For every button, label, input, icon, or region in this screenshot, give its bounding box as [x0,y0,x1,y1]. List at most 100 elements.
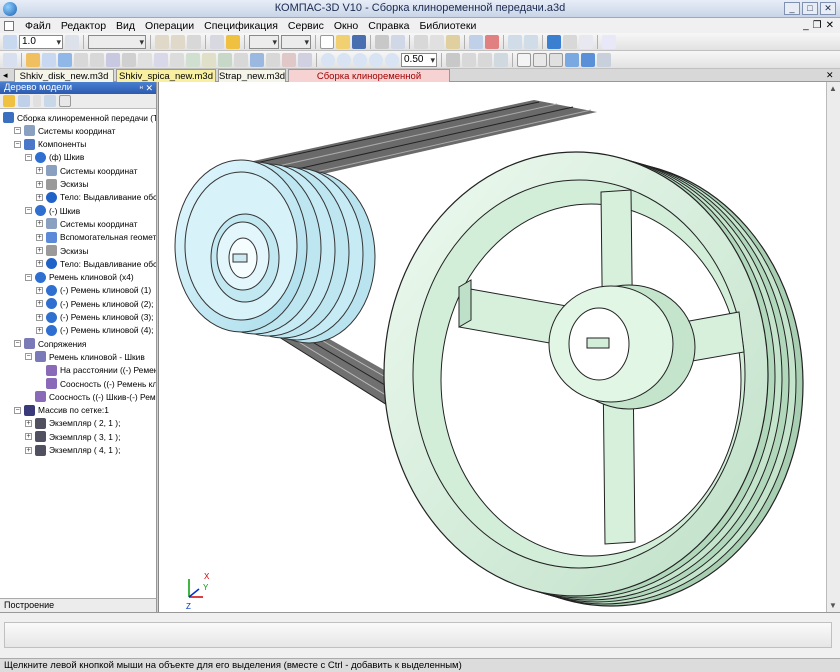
tree-node[interactable]: +На расстоянии ((-) Ремен [36,364,156,377]
rotate-component-icon[interactable] [90,52,104,67]
viewport-scrollbar[interactable]: ▲ ▼ [826,82,840,612]
tree-expand-icon[interactable]: + [36,193,43,201]
zoom-level-combo[interactable]: 0.50 [401,52,437,67]
large-pulley[interactable] [383,151,804,607]
snap-icon[interactable] [3,34,17,49]
tree-node[interactable]: + Системы координат [36,217,137,230]
tree-node[interactable]: + Тело: Выдавливание обс [36,191,156,204]
tree-expand-icon[interactable]: + [36,326,43,334]
menu-window[interactable]: Окно [329,20,363,32]
tree-node[interactable]: − (ф) Шкив [25,151,84,164]
move-component-icon[interactable] [74,52,88,67]
refresh-icon[interactable] [494,52,508,67]
tree-node[interactable]: − Системы координат [14,124,115,137]
maximize-icon[interactable]: □ [802,2,818,15]
undo-edit-icon[interactable] [155,34,169,49]
menu-file[interactable]: Файл [20,20,56,32]
tree-expand-icon[interactable]: − [25,153,32,161]
tree-node[interactable]: − Сопряжения [14,337,86,350]
save-icon[interactable] [352,34,366,49]
hole-tool-icon[interactable] [138,52,152,67]
variables-icon[interactable] [579,34,593,49]
menu-view[interactable]: Вид [111,20,140,32]
sketch-tool-icon[interactable] [154,52,168,67]
tree-page-icon[interactable] [59,95,71,107]
tree-node[interactable]: Сборка клиноременной передачи (Тел [3,111,156,124]
small-pulley[interactable] [174,159,376,344]
shaded-edges-icon[interactable] [581,52,595,67]
tree-node[interactable]: + Вспомогательная геомет [36,231,156,244]
minimize-icon[interactable]: _ [784,2,800,15]
menu-help[interactable]: Справка [363,20,414,32]
print-icon[interactable] [375,34,389,49]
grid-icon[interactable] [187,34,201,49]
scroll-down-icon[interactable]: ▼ [829,601,837,610]
hidden-lines-icon[interactable] [533,52,547,67]
zoom-prev-icon[interactable] [369,52,383,67]
tree-node[interactable]: + Экземпляр ( 3, 1 ); [25,430,120,443]
tree-expand-icon[interactable]: + [36,313,43,321]
mdi-close-icon[interactable]: ✕ [826,20,834,31]
tree-node[interactable]: − Ремень клиновой - Шкив [25,350,145,363]
menu-operations[interactable]: Операции [140,20,199,32]
paste-icon[interactable] [446,34,460,49]
new-document-icon[interactable] [320,34,334,49]
menu-libraries[interactable]: Библиотеки [414,20,481,32]
close-icon[interactable]: ✕ [820,2,836,15]
collision-tool-icon[interactable] [282,52,296,67]
coord-x-field[interactable] [249,34,279,49]
redo-edit-icon[interactable] [171,34,185,49]
tree-node[interactable]: +Соосность ((-) Шкив-(-) Ремен [25,390,156,403]
redo-icon[interactable] [524,34,538,49]
tree-expand-icon[interactable]: − [25,273,32,281]
tree-expand-icon[interactable]: + [36,180,43,188]
tree-expand-icon[interactable]: + [36,260,43,268]
tree-expand-icon[interactable]: + [36,167,43,175]
step-combo[interactable]: 1.0 [19,34,63,49]
library-icon[interactable] [563,34,577,49]
tree-node[interactable]: + (-) Ремень клиновой (2); [36,297,154,310]
menu-service[interactable]: Сервис [283,20,329,32]
tree-expand-icon[interactable]: − [14,340,21,348]
undo-icon[interactable] [508,34,522,49]
rotate-view-icon[interactable] [478,52,492,67]
tree-node[interactable]: − (-) Шкив [25,204,80,217]
tab-shkiv-disk[interactable]: Shkiv_disk_new.m3d [14,69,114,82]
tree-node[interactable]: + (-) Ремень клиновой (4); [36,324,154,337]
tree-order-icon[interactable] [3,95,15,107]
tree-expand-icon[interactable]: + [36,233,43,241]
wireframe-icon[interactable] [517,52,531,67]
tree-expand-icon[interactable]: + [25,419,32,427]
attributes-icon[interactable] [485,34,499,49]
tree-expand-icon[interactable]: + [36,300,43,308]
round-icon[interactable] [65,34,79,49]
help-icon[interactable] [602,34,616,49]
tree-expand-icon[interactable]: + [36,286,43,294]
explode-tool-icon[interactable] [266,52,280,67]
tree-node[interactable]: + Эскизы [36,244,88,257]
tree-node[interactable]: + Экземпляр ( 4, 1 ); [25,444,120,457]
mate-tool-icon[interactable] [106,52,120,67]
menu-specification[interactable]: Спецификация [199,20,283,32]
tabs-scroll-right-icon[interactable]: ✕ [826,69,834,82]
section-tool-icon[interactable] [250,52,264,67]
scroll-up-icon[interactable]: ▲ [829,84,837,93]
tree-node[interactable]: − Массив по сетке:1 [14,404,109,417]
tree-node[interactable]: − Ремень клиновой (x4) [25,271,134,284]
tree-node[interactable]: + (-) Ремень клиновой (3); [36,311,154,324]
mass-tool-icon[interactable] [298,52,312,67]
copy-icon[interactable] [430,34,444,49]
open-icon[interactable] [336,34,350,49]
tree-expand-icon[interactable]: + [36,220,43,228]
tree-node[interactable]: − Компоненты [14,138,86,151]
pan-icon[interactable] [462,52,476,67]
tree-node[interactable]: +Соосность ((-) Ремень кл [36,377,156,390]
zoom-in-icon[interactable] [337,52,351,67]
zoom-all-icon[interactable] [385,52,399,67]
style-combo[interactable] [88,34,146,49]
tree-filter-icon[interactable] [44,95,56,107]
tree-dropdown-icon[interactable] [33,95,41,107]
surface-tool-icon[interactable] [186,52,200,67]
ortho-icon[interactable] [210,34,224,49]
tree-expand-icon[interactable]: + [25,433,32,441]
